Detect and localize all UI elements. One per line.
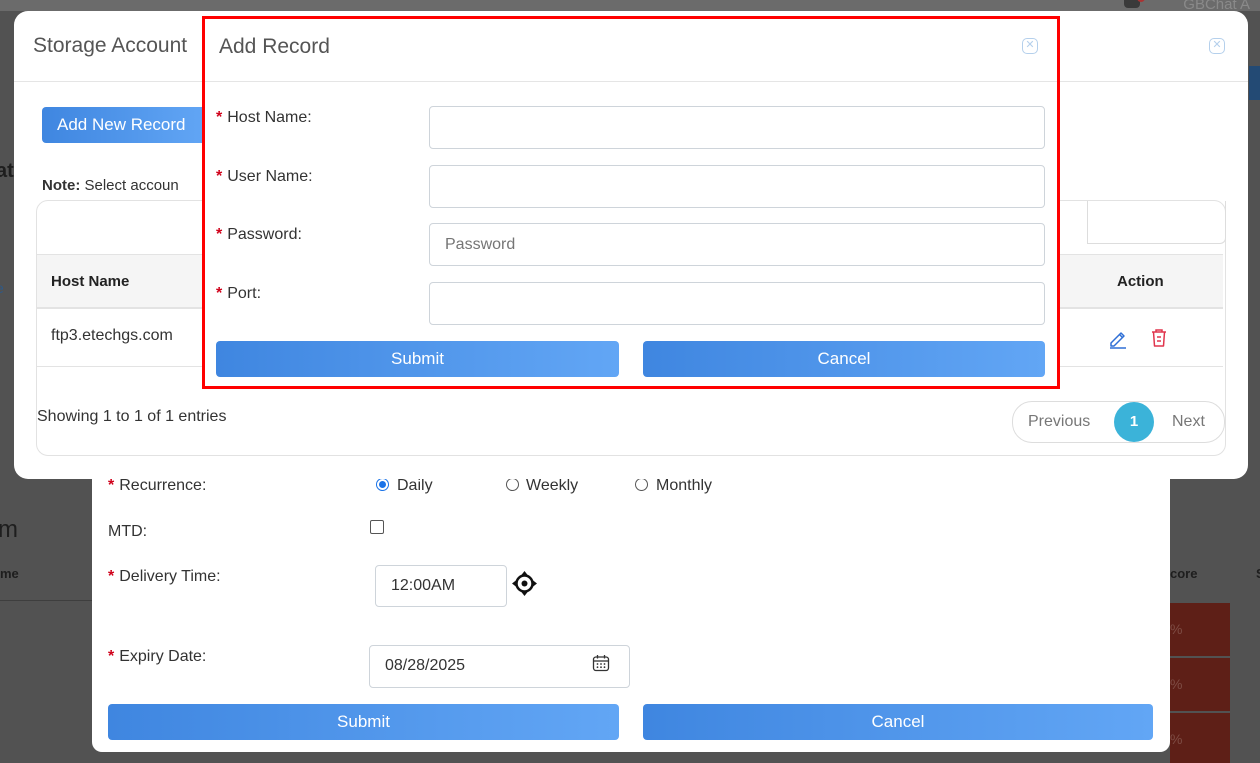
add-new-record-button[interactable]: Add New Record [42,107,207,143]
port-label: * Port: [216,285,262,302]
recurrence-weekly-label[interactable]: Weekly [526,477,578,495]
password-input[interactable] [429,223,1045,266]
background-column-header-right-2: S [1256,566,1260,581]
required-asterisk: * [216,285,223,302]
required-asterisk: * [216,168,223,185]
password-label: * Password: [216,226,302,243]
recurrence-monthly-label[interactable]: Monthly [656,477,712,495]
storage-modal-title: Storage Account [33,34,188,57]
background-topbar: GBChat A [0,0,1260,13]
delivery-time-input[interactable]: 12:00AM [375,565,507,607]
storage-note: Note: Select accoun [42,177,179,194]
table-search-box[interactable] [1087,201,1226,244]
required-asterisk: * [108,648,115,665]
pagination-previous-button[interactable]: Previous [1028,413,1090,431]
add-record-submit-button[interactable]: Submit [216,341,619,377]
host-name-input[interactable] [429,106,1045,149]
expiry-date-input[interactable]: 08/28/2025 [369,645,630,688]
schedule-cancel-button[interactable]: Cancel [643,704,1153,740]
recurrence-label: * Recurrence: [108,477,207,494]
add-record-cancel-button[interactable]: Cancel [643,341,1045,377]
port-input[interactable] [429,282,1045,325]
expiry-date-label: * Expiry Date: [108,648,207,665]
background-row-divider [0,600,92,601]
pagination-page-1-button[interactable]: 1 [1114,402,1154,442]
time-picker-move-icon[interactable] [512,571,537,596]
user-name-label: * User Name: [216,168,313,185]
background-red-cell: % [1170,713,1230,763]
row-host-name: ftp3.etechgs.com [51,327,173,344]
required-asterisk: * [108,477,115,494]
pagination-next-button[interactable]: Next [1172,413,1205,431]
table-info-text: Showing 1 to 1 of 1 entries [37,408,227,425]
user-name-input[interactable] [429,165,1045,208]
required-asterisk: * [216,109,223,126]
background-red-cell: % [1170,603,1230,656]
background-red-cell-text: % [1170,731,1183,747]
delete-trash-icon[interactable] [1148,327,1170,349]
add-record-modal: Add Record ✕ * Host Name: * User Name: * Pa… [202,16,1060,389]
host-name-label: * Host Name: [216,109,312,126]
mtd-checkbox[interactable] [370,520,384,534]
column-header-host-name[interactable]: Host Name [51,273,129,290]
background-red-cell-text: % [1170,676,1183,692]
mtd-label: MTD: [108,523,148,540]
background-column-header: me [0,566,19,581]
background-left-fragment: at [0,160,14,182]
add-record-header: Add Record ✕ [202,16,1060,82]
storage-modal-close-icon[interactable]: ✕ [1209,38,1225,54]
background-heading: m [0,516,18,543]
recurrence-daily-radio[interactable] [376,478,389,491]
background-column-header-right: core [1170,566,1198,581]
schedule-submit-button[interactable]: Submit [108,704,619,740]
background-left-fragment-2: e [0,280,4,296]
add-record-title: Add Record [219,35,330,58]
note-text: Select accoun [84,177,179,194]
calendar-icon[interactable] [592,654,610,672]
column-header-action: Action [1117,273,1164,290]
schedule-form-modal: * Recurrence: Daily Weekly Monthly MTD: *… [92,470,1170,752]
recurrence-daily-label[interactable]: Daily [397,477,433,495]
pagination: Previous 1 Next [1012,401,1225,443]
edit-pencil-icon[interactable] [1107,327,1129,349]
delivery-time-label: * Delivery Time: [108,568,221,585]
background-red-cell-text: % [1170,621,1183,637]
add-record-close-icon[interactable]: ✕ [1022,38,1038,54]
recurrence-monthly-radio[interactable] [635,478,648,491]
required-asterisk: * [216,226,223,243]
recurrence-weekly-radio[interactable] [506,478,519,491]
background-red-cell: % [1170,658,1230,711]
note-label: Note: [42,177,81,194]
required-asterisk: * [108,568,115,585]
background-blue-strip [1249,66,1260,100]
